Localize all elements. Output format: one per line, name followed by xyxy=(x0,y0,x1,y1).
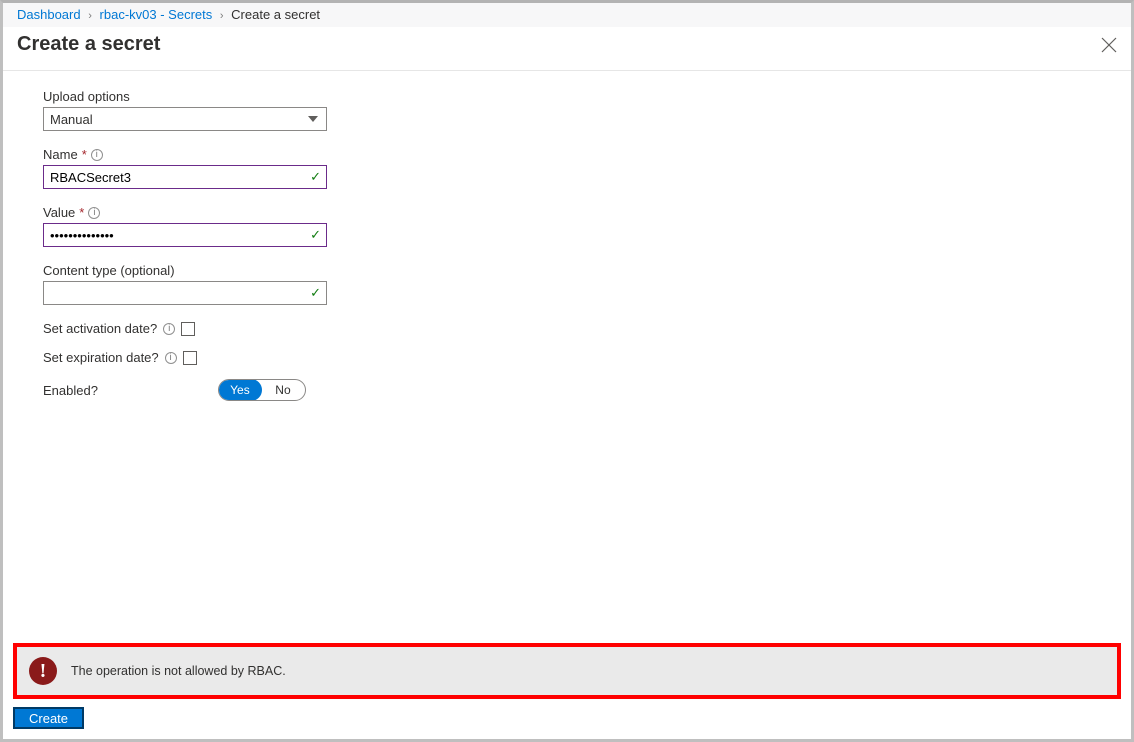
info-icon[interactable]: i xyxy=(163,323,175,335)
error-banner: ! The operation is not allowed by RBAC. xyxy=(13,643,1121,699)
activation-date-label: Set activation date? xyxy=(43,321,157,336)
info-icon[interactable]: i xyxy=(165,352,177,364)
expiration-date-row: Set expiration date? i xyxy=(43,350,1117,365)
required-marker: * xyxy=(82,147,87,162)
breadcrumb-secrets[interactable]: rbac-kv03 - Secrets xyxy=(100,7,213,22)
enabled-no[interactable]: No xyxy=(261,380,305,400)
content-type-field: Content type (optional) ✓ xyxy=(43,263,327,305)
expiration-date-label: Set expiration date? xyxy=(43,350,159,365)
value-field: Value * i ✓ xyxy=(43,205,327,247)
error-icon: ! xyxy=(29,657,57,685)
close-icon[interactable] xyxy=(1101,37,1117,53)
enabled-label: Enabled? xyxy=(43,383,98,398)
info-icon[interactable]: i xyxy=(91,149,103,161)
enabled-row: Enabled? Yes No xyxy=(43,379,1117,401)
upload-options-label: Upload options xyxy=(43,89,130,104)
footer-region: ! The operation is not allowed by RBAC. … xyxy=(3,635,1131,739)
enabled-toggle[interactable]: Yes No xyxy=(218,379,306,401)
breadcrumb: Dashboard › rbac-kv03 - Secrets › Create… xyxy=(3,3,1131,27)
upload-options-field: Upload options Manual xyxy=(43,89,327,131)
value-input[interactable] xyxy=(43,223,327,247)
chevron-right-icon: › xyxy=(88,10,92,22)
blade-header: Create a secret xyxy=(3,27,1131,71)
chevron-down-icon xyxy=(308,116,318,122)
expiration-date-checkbox[interactable] xyxy=(183,351,197,365)
breadcrumb-current: Create a secret xyxy=(231,7,320,22)
chevron-right-icon: › xyxy=(220,10,224,22)
create-button[interactable]: Create xyxy=(13,707,84,729)
activation-date-row: Set activation date? i xyxy=(43,321,1117,336)
enabled-yes[interactable]: Yes xyxy=(218,379,262,401)
content-type-label: Content type (optional) xyxy=(43,263,175,278)
info-icon[interactable]: i xyxy=(88,207,100,219)
breadcrumb-dashboard[interactable]: Dashboard xyxy=(17,7,81,22)
create-secret-blade: Dashboard › rbac-kv03 - Secrets › Create… xyxy=(0,0,1134,742)
page-title: Create a secret xyxy=(17,33,160,56)
error-message: The operation is not allowed by RBAC. xyxy=(71,664,286,678)
name-label: Name xyxy=(43,147,78,162)
content-type-input[interactable] xyxy=(43,281,327,305)
activation-date-checkbox[interactable] xyxy=(181,322,195,336)
required-marker: * xyxy=(79,205,84,220)
upload-options-select[interactable]: Manual xyxy=(43,107,327,131)
name-field: Name * i ✓ xyxy=(43,147,327,189)
value-label: Value xyxy=(43,205,75,220)
name-input[interactable] xyxy=(43,165,327,189)
upload-options-value: Manual xyxy=(50,112,93,127)
form: Upload options Manual Name * i ✓ Value * xyxy=(3,71,1131,635)
